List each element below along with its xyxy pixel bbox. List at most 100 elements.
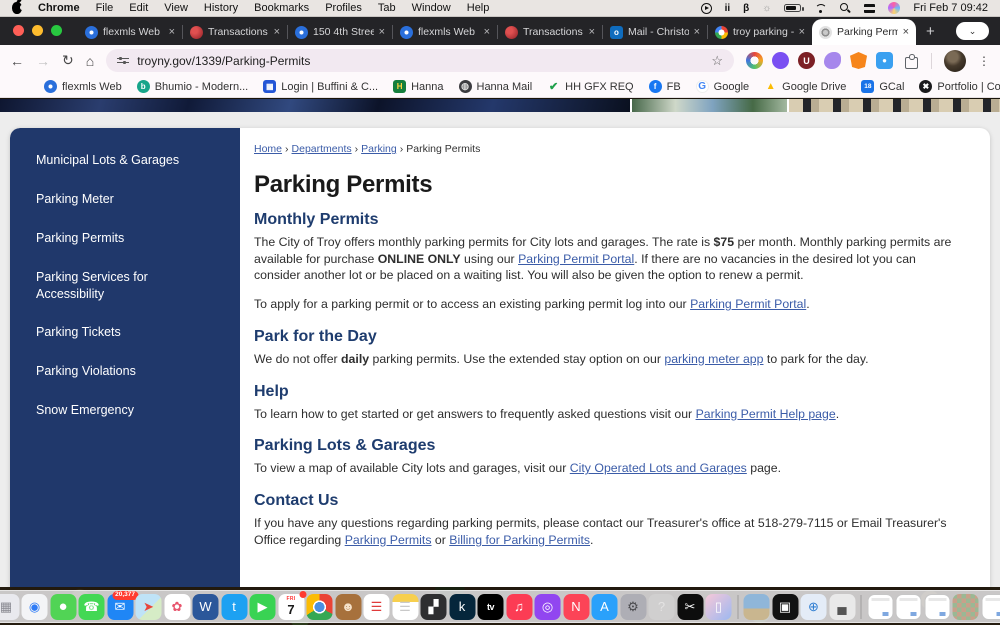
- sidebar-item-parking-permits[interactable]: Parking Permits: [10, 219, 240, 258]
- sidebar-item-snow-emergency[interactable]: Snow Emergency: [10, 391, 240, 430]
- airpods-icon[interactable]: ii: [725, 3, 731, 14]
- forward-button[interactable]: →: [36, 53, 50, 69]
- inline-link[interactable]: Parking Permit Help page: [696, 407, 836, 421]
- news-dock-icon[interactable]: N: [563, 594, 589, 620]
- menu-item-tab[interactable]: Tab: [378, 2, 396, 14]
- new-tab-button[interactable]: +: [926, 23, 935, 40]
- tab-transactions-1[interactable]: Transactions ( ×: [183, 19, 287, 45]
- close-tab-icon[interactable]: ×: [484, 26, 490, 38]
- wifi-icon[interactable]: [814, 3, 827, 13]
- inline-link[interactable]: City Operated Lots and Garages: [570, 461, 747, 475]
- bookmark-fb[interactable]: fFB: [649, 80, 681, 93]
- address-bar[interactable]: troyny.gov/1339/Parking-Permits ☆: [106, 49, 734, 72]
- inline-link[interactable]: parking meter app: [664, 352, 763, 366]
- fox-extension-icon[interactable]: [850, 52, 867, 69]
- menu-app-name[interactable]: Chrome: [38, 2, 80, 14]
- inline-link[interactable]: Parking Permit Portal: [518, 252, 634, 266]
- breadcrumb-departments[interactable]: Departments: [292, 143, 352, 155]
- menu-item-profiles[interactable]: Profiles: [325, 2, 362, 14]
- bookmark-bhumio-modern[interactable]: bBhumio - Modern...: [137, 80, 249, 93]
- sidebar-item-parking-meter[interactable]: Parking Meter: [10, 180, 240, 219]
- window-preview-dock-icon[interactable]: [867, 594, 893, 620]
- window-preview-dock-icon[interactable]: [896, 594, 922, 620]
- home-button[interactable]: ⌂: [86, 53, 94, 69]
- tab-transactions-2[interactable]: Transactions ( ×: [498, 19, 602, 45]
- inline-link[interactable]: Parking Permits: [345, 533, 432, 547]
- puzzle-extensions-icon[interactable]: [902, 52, 919, 69]
- sidebar-item-parking-violations[interactable]: Parking Violations: [10, 352, 240, 391]
- zoom-window-button[interactable]: [51, 25, 62, 36]
- tab-troy-parking-search[interactable]: troy parking - ×: [708, 19, 812, 45]
- menu-item-edit[interactable]: Edit: [129, 2, 148, 14]
- menu-item-history[interactable]: History: [204, 2, 238, 14]
- close-tab-icon[interactable]: ×: [903, 26, 909, 38]
- app-store-dock-icon[interactable]: A: [592, 594, 618, 620]
- tab-flexmls-1[interactable]: flexmls Web ×: [78, 19, 182, 45]
- bookmark-google[interactable]: GGoogle: [696, 80, 749, 93]
- control-center-icon[interactable]: [864, 4, 875, 13]
- menu-item-bookmarks[interactable]: Bookmarks: [254, 2, 309, 14]
- chrome-menu-button[interactable]: ⋮: [978, 54, 990, 68]
- drop-extension-icon[interactable]: ●: [876, 52, 893, 69]
- desktop-stack-dock-icon[interactable]: [744, 594, 770, 620]
- tab-flexmls-2[interactable]: flexmls Web ×: [393, 19, 497, 45]
- play-circle-icon[interactable]: [701, 3, 712, 14]
- bookmark-google-drive[interactable]: ▲Google Drive: [764, 80, 846, 93]
- back-button[interactable]: ←: [10, 53, 24, 69]
- capcut-dock-icon[interactable]: ✂: [677, 594, 703, 620]
- chrome-dock-icon[interactable]: [307, 594, 333, 620]
- safari-dock-icon[interactable]: ◉: [22, 594, 48, 620]
- spotlight-search-icon[interactable]: [840, 3, 851, 14]
- minimize-window-button[interactable]: [32, 25, 43, 36]
- screenshot-frame-dock-icon[interactable]: ▣: [772, 594, 798, 620]
- menu-item-window[interactable]: Window: [412, 2, 451, 14]
- inline-link[interactable]: Billing for Parking Permits: [449, 533, 590, 547]
- placeholder-dock-icon[interactable]: ?: [649, 594, 675, 620]
- window-preview-dock-icon[interactable]: [924, 594, 950, 620]
- calendar-dock-icon[interactable]: FRI7: [278, 594, 304, 620]
- window-preview-dock-icon[interactable]: [981, 594, 1000, 620]
- bookmark-portfolio-cointrac[interactable]: ✖Portfolio | CoinTrac...: [919, 80, 1000, 93]
- menu-bar-clock[interactable]: Fri Feb 7 09:42: [913, 2, 988, 14]
- sidebar-item-municipal-lots-garages[interactable]: Municipal Lots & Garages: [10, 141, 240, 180]
- menu-item-file[interactable]: File: [96, 2, 114, 14]
- comet-extension-icon[interactable]: [824, 52, 841, 69]
- rainbow-arc-extension-icon[interactable]: [746, 52, 763, 69]
- reload-button[interactable]: ↻: [62, 52, 74, 69]
- close-tab-icon[interactable]: ×: [799, 26, 805, 38]
- music-dock-icon[interactable]: ♫: [506, 594, 532, 620]
- keyboard-brightness-icon[interactable]: ☼: [762, 3, 771, 14]
- contacts-dock-icon[interactable]: ☻: [335, 594, 361, 620]
- bookmark-hanna[interactable]: HHanna: [393, 80, 443, 93]
- ghost-extension-icon[interactable]: [772, 52, 789, 69]
- iphone-mirroring-dock-icon[interactable]: ▯: [706, 594, 732, 620]
- mail-dock-icon[interactable]: ✉20,377: [107, 594, 133, 620]
- close-tab-icon[interactable]: ×: [589, 26, 595, 38]
- site-settings-icon[interactable]: [117, 56, 129, 66]
- sidebar-item-parking-services-for-accessibility[interactable]: Parking Services for Accessibility: [10, 258, 240, 314]
- close-window-button[interactable]: [13, 25, 24, 36]
- close-tab-icon[interactable]: ×: [274, 26, 280, 38]
- word-dock-icon[interactable]: W: [193, 594, 219, 620]
- maps-dock-icon[interactable]: ➤: [136, 594, 162, 620]
- twitter-dock-icon[interactable]: t: [221, 594, 247, 620]
- collage-preview-dock-icon[interactable]: [953, 594, 979, 620]
- bookmark-login-buffini-c[interactable]: ▦Login | Buffini & C...: [263, 80, 378, 93]
- bookmark-flexmls-web[interactable]: flexmls Web: [44, 80, 122, 93]
- messages-dock-icon[interactable]: ●: [50, 594, 76, 620]
- bookmark-star-icon[interactable]: ☆: [711, 53, 723, 69]
- photos-dock-icon[interactable]: ✿: [164, 594, 190, 620]
- tab-mail[interactable]: o Mail - Christop ×: [603, 19, 707, 45]
- bluetooth-icon[interactable]: β: [743, 3, 749, 14]
- tab-search-chevron-button[interactable]: ⌄: [956, 22, 989, 40]
- siri-icon[interactable]: [888, 2, 900, 14]
- launchpad-dock-icon[interactable]: ▦: [0, 594, 19, 620]
- breadcrumb-home[interactable]: Home: [254, 143, 282, 155]
- apple-tv-dock-icon[interactable]: tv: [478, 594, 504, 620]
- tab-parking-permits-active[interactable]: Parking Permit ×: [812, 19, 916, 45]
- bookmark-hh-gfx-req[interactable]: ✔HH GFX REQ: [547, 80, 633, 93]
- profile-avatar[interactable]: [944, 50, 966, 72]
- clapperboard-dock-icon[interactable]: ▞: [421, 594, 447, 620]
- printer-dock-icon[interactable]: ▄: [829, 594, 855, 620]
- menu-item-help[interactable]: Help: [467, 2, 490, 14]
